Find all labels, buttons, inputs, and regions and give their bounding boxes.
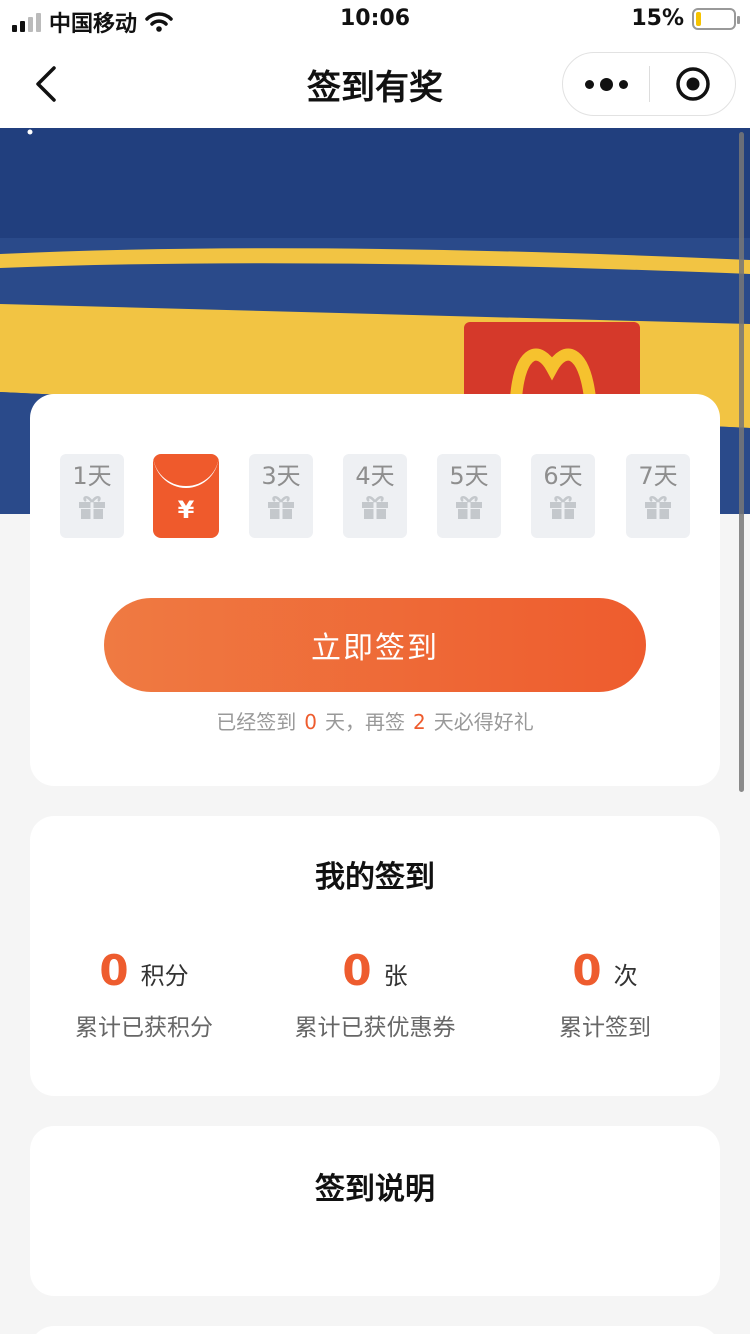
stat-points: 0 积分 累计已获积分 (54, 936, 234, 1042)
checkins-value: 0 (572, 946, 602, 995)
description-title: 签到说明 (315, 1172, 435, 1207)
points-value: 0 (99, 946, 129, 995)
day-2-red-packet[interactable]: ¥ (153, 454, 219, 538)
day-6-slot: 6天 (531, 454, 595, 538)
checkin-days: 1天 ¥ 3天 4天 5天 6天 7天 (60, 454, 690, 538)
day-7-slot: 7天 (626, 454, 690, 538)
target-close-icon (675, 67, 710, 101)
gift-icon (645, 496, 671, 519)
tip-prefix: 已经签到 (216, 710, 297, 734)
my-checkin-card: 我的签到 0 积分 累计已获积分 0 张 累计已获优惠券 0 次 累计签到 (30, 816, 720, 1096)
days-signed-count: 0 (304, 710, 317, 734)
checkin-now-button[interactable]: 立即签到 (104, 598, 646, 692)
scrollbar[interactable] (739, 132, 744, 792)
next-card (30, 1326, 720, 1334)
stat-checkins: 0 次 累计签到 (520, 936, 690, 1042)
gift-icon (362, 496, 388, 519)
coupons-unit: 张 (383, 962, 408, 990)
day-5-slot: 5天 (437, 454, 501, 538)
day-1-slot: 1天 (60, 454, 124, 538)
day-label: 4天 (355, 462, 395, 490)
yen-icon: ¥ (177, 496, 195, 524)
stat-value: 0 张 (275, 936, 475, 996)
stat-value: 0 积分 (54, 936, 234, 996)
tip-suffix: 天必得好礼 (433, 710, 534, 734)
checkin-progress-tip: 已经签到 0 天，再签 2 天必得好礼 (30, 706, 720, 735)
mini-program-capsule (562, 52, 736, 116)
day-4-slot: 4天 (343, 454, 407, 538)
checkin-card: 1天 ¥ 3天 4天 5天 6天 7天 立即签到 已经签到 0 天，再签 2 天… (30, 394, 720, 786)
days-remaining-count: 2 (413, 710, 426, 734)
day-3-slot: 3天 (249, 454, 313, 538)
gift-icon (79, 496, 105, 519)
navigation-bar: 签到有奖 (0, 40, 750, 128)
status-bar: 中国移动 10:06 15% (0, 0, 750, 40)
day-label: 7天 (638, 462, 678, 490)
tip-middle: 天，再签 (325, 710, 405, 734)
red-packet-flap (153, 454, 219, 488)
coupons-label: 累计已获优惠券 (294, 1015, 456, 1041)
gift-icon (550, 496, 576, 519)
more-dot-icon (584, 79, 594, 89)
points-unit: 积分 (140, 962, 189, 990)
gift-icon (456, 496, 482, 519)
stat-value: 0 次 (520, 936, 690, 996)
battery-percent: 15% (631, 6, 684, 31)
day-label: 1天 (72, 462, 112, 490)
close-mini-program-button[interactable] (650, 53, 735, 115)
day-label: 5天 (449, 462, 489, 490)
checkins-label: 累计签到 (559, 1015, 651, 1041)
coupons-value: 0 (342, 946, 372, 995)
status-right: 15% (631, 6, 740, 31)
battery-level (696, 11, 702, 26)
day-label: 6天 (543, 462, 583, 490)
checkin-description-card: 签到说明 (30, 1126, 720, 1296)
points-label: 累计已获积分 (75, 1015, 213, 1041)
gift-icon (268, 496, 294, 519)
my-checkin-title: 我的签到 (315, 860, 435, 895)
battery-icon (692, 7, 740, 30)
checkins-unit: 次 (613, 962, 638, 990)
more-dot-icon (599, 77, 613, 91)
stat-coupons: 0 张 累计已获优惠券 (275, 936, 475, 1042)
more-button[interactable] (563, 53, 649, 115)
day-label: 3天 (261, 462, 301, 490)
more-dot-icon (618, 79, 628, 89)
